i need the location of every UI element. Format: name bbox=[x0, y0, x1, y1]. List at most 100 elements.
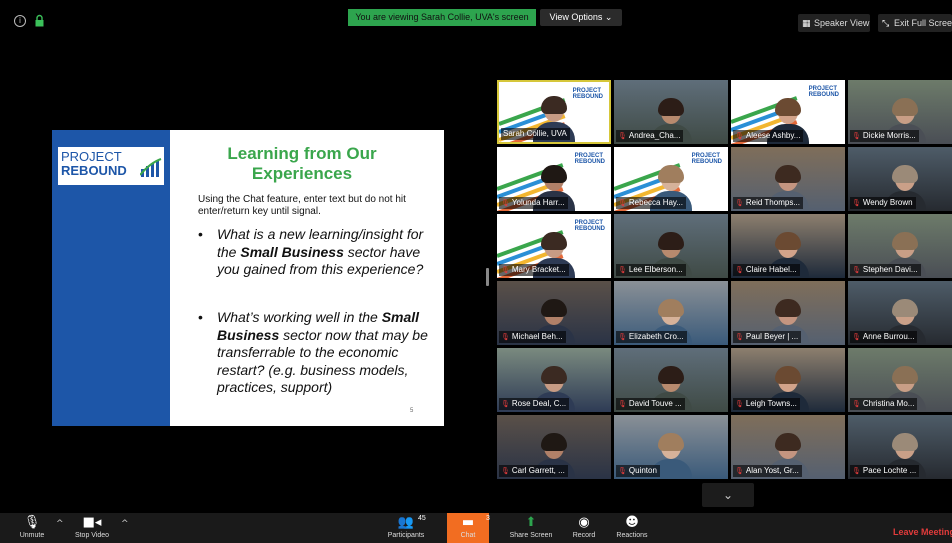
video-camera-icon: ■◂ bbox=[82, 515, 102, 530]
muted-mic-icon: 🎙 bbox=[852, 333, 861, 341]
participant-name-label: 🎙 Stephen Davi... bbox=[850, 264, 921, 276]
participant-name-label: Sarah Collie, UVA bbox=[501, 128, 570, 140]
project-rebound-logo: PROJECT REBOUND bbox=[808, 86, 839, 98]
participant-video-tile[interactable]: PROJECT REBOUND 🎙 Yolunda Harr... bbox=[497, 147, 611, 211]
participant-name-label: 🎙 Dickie Morris... bbox=[850, 130, 919, 142]
muted-mic-icon: 🎙 bbox=[501, 333, 510, 341]
stop-video-button[interactable]: ■◂ Stop Video bbox=[66, 513, 118, 543]
muted-mic-icon: 🎙 bbox=[735, 333, 744, 341]
participant-video-tile[interactable]: 🎙 Paul Beyer | ... bbox=[731, 281, 845, 345]
participant-video-tile[interactable]: 🎙 Rose Deal, C... bbox=[497, 348, 611, 412]
participant-name-label: 🎙 Andrea_Cha... bbox=[616, 130, 684, 142]
leave-meeting-button[interactable]: Leave Meeting bbox=[893, 527, 952, 537]
participant-name-label: 🎙 Carl Garrett, ... bbox=[499, 465, 568, 477]
participant-name-label: 🎙 Yolunda Harr... bbox=[499, 197, 568, 209]
participant-video-tile[interactable]: PROJECT REBOUND 🎙 Aleese Ashby... bbox=[731, 80, 845, 144]
participant-video-tile[interactable]: 🎙 Claire Habel... bbox=[731, 214, 845, 278]
chevron-down-icon: ⌄ bbox=[722, 488, 734, 502]
reactions-button[interactable]: ☻ Reactions bbox=[610, 513, 654, 543]
participant-name-label: 🎙 Rebecca Hay... bbox=[616, 197, 686, 209]
participant-video-tile[interactable]: 🎙 Reid Thomps... bbox=[731, 147, 845, 211]
top-bar: i You are viewing Sarah Collie, UVA's sc… bbox=[0, 0, 952, 40]
participant-name-label: 🎙 Rose Deal, C... bbox=[499, 398, 570, 410]
project-rebound-logo: PROJECT REBOUND bbox=[574, 220, 605, 232]
info-icon[interactable]: i bbox=[14, 15, 26, 27]
slide-bullet: • What is a new learning/insight for the… bbox=[198, 226, 424, 277]
participant-name-label: 🎙 Michael Beh... bbox=[499, 331, 566, 343]
muted-mic-icon: 🎙 bbox=[852, 266, 861, 274]
participant-video-tile[interactable]: PROJECT REBOUND 🎙 Mary Bracket... bbox=[497, 214, 611, 278]
muted-mic-icon: 🎙 bbox=[501, 199, 510, 207]
participant-video-tile[interactable]: PROJECT REBOUND 🎙 Rebecca Hay... bbox=[614, 147, 728, 211]
participant-video-tile[interactable]: 🎙 Leigh Towns... bbox=[731, 348, 845, 412]
participant-name-label: 🎙 Claire Habel... bbox=[733, 264, 800, 276]
gallery-next-page-button[interactable]: ⌄ bbox=[702, 483, 754, 507]
share-screen-button[interactable]: ⬆ Share Screen bbox=[504, 513, 558, 543]
participant-video-tile[interactable]: 🎙 Wendy Brown bbox=[848, 147, 952, 211]
participant-name-label: 🎙 Pace Lochte ... bbox=[850, 465, 920, 477]
participant-video-tile[interactable]: 🎙 Lee Elberson... bbox=[614, 214, 728, 278]
participant-video-tile[interactable]: 🎙 Pace Lochte ... bbox=[848, 415, 952, 479]
participant-name-label: 🎙 Anne Burrou... bbox=[850, 331, 918, 343]
muted-mic-icon: 🎙 bbox=[852, 467, 861, 475]
unmute-button[interactable]: 🎙 Unmute bbox=[10, 513, 54, 543]
participant-video-tile[interactable]: 🎙 David Touve ... bbox=[614, 348, 728, 412]
video-options-chevron-icon[interactable]: ^ bbox=[121, 519, 129, 529]
record-button[interactable]: ◉ Record bbox=[564, 513, 604, 543]
muted-mic-icon: 🎙 bbox=[852, 132, 861, 140]
muted-mic-icon: 🎙 bbox=[735, 400, 744, 408]
meeting-toolbar: 🎙 Unmute ^ ■◂ Stop Video ^ 👥 Participant… bbox=[0, 513, 952, 543]
participant-video-tile[interactable]: 🎙 Stephen Davi... bbox=[848, 214, 952, 278]
participants-count: 45 bbox=[418, 515, 426, 522]
participant-video-tile[interactable]: 🎙 Andrea_Cha... bbox=[614, 80, 728, 144]
record-icon: ◉ bbox=[578, 515, 590, 530]
muted-mic-icon: 🎙 bbox=[852, 400, 861, 408]
muted-mic-icon: 🎙 bbox=[501, 467, 510, 475]
project-rebound-logo: PROJECT REBOUND bbox=[572, 88, 603, 100]
panel-resize-handle[interactable] bbox=[486, 268, 489, 286]
participant-name-label: 🎙 Quinton bbox=[616, 465, 660, 477]
participant-video-tile[interactable]: 🎙 Carl Garrett, ... bbox=[497, 415, 611, 479]
audio-options-chevron-icon[interactable]: ^ bbox=[56, 519, 64, 529]
screen-share-banner: You are viewing Sarah Collie, UVA's scre… bbox=[348, 9, 536, 26]
participant-name-label: 🎙 Paul Beyer | ... bbox=[733, 331, 802, 343]
muted-mic-icon: 🎙 bbox=[735, 199, 744, 207]
exit-full-screen-icon: ⤡ bbox=[882, 19, 890, 29]
slide-title: Learning from Our Experiences bbox=[227, 144, 377, 183]
participant-video-tile[interactable]: 🎙 Elizabeth Cro... bbox=[614, 281, 728, 345]
muted-mic-icon: 🎙 bbox=[618, 333, 627, 341]
participant-name-label: 🎙 Lee Elberson... bbox=[616, 264, 686, 276]
muted-mic-icon: 🎙 bbox=[501, 400, 510, 408]
speaker-view-icon: ▦ bbox=[802, 19, 811, 29]
project-rebound-logo: PROJECT REBOUND bbox=[574, 153, 605, 165]
participant-video-tile[interactable]: PROJECT REBOUND Sarah Collie, UVA bbox=[497, 80, 611, 144]
chat-bubble-icon: ▬ bbox=[461, 515, 475, 530]
muted-mic-icon: 🎙 bbox=[618, 132, 627, 140]
speaker-view-button[interactable]: ▦ Speaker View bbox=[798, 14, 870, 32]
chat-unread-count: 3 bbox=[486, 515, 490, 522]
project-rebound-logo: PROJECT REBOUND bbox=[58, 147, 164, 185]
muted-mic-icon: 🎙 bbox=[618, 266, 627, 274]
chat-button[interactable]: ▬ Chat bbox=[447, 513, 489, 543]
exit-full-screen-button[interactable]: ⤡ Exit Full Screen bbox=[878, 14, 952, 32]
participant-video-tile[interactable]: 🎙 Christina Mo... bbox=[848, 348, 952, 412]
participant-name-label: 🎙 Mary Bracket... bbox=[499, 264, 569, 276]
muted-mic-icon: 🎙 bbox=[735, 467, 744, 475]
muted-mic-icon: 🎙 bbox=[618, 467, 627, 475]
participant-name-label: 🎙 Reid Thomps... bbox=[733, 197, 803, 209]
slide-instruction: Using the Chat feature, enter text but d… bbox=[198, 194, 406, 217]
participant-video-tile[interactable]: 🎙 Alan Yost, Gr... bbox=[731, 415, 845, 479]
view-options-button[interactable]: View Options ⌄ bbox=[540, 9, 622, 26]
slide-bullet: • What’s working well in the Small Busin… bbox=[198, 309, 428, 395]
project-rebound-logo: PROJECT REBOUND bbox=[691, 153, 722, 165]
participant-video-tile[interactable]: 🎙 Dickie Morris... bbox=[848, 80, 952, 144]
lock-icon[interactable] bbox=[35, 14, 44, 27]
participant-video-tile[interactable]: 🎙 Quinton bbox=[614, 415, 728, 479]
participant-video-tile[interactable]: 🎙 Anne Burrou... bbox=[848, 281, 952, 345]
participant-name-label: 🎙 Wendy Brown bbox=[850, 197, 916, 209]
participant-name-label: 🎙 Aleese Ashby... bbox=[733, 130, 804, 142]
participant-name-label: 🎙 David Touve ... bbox=[616, 398, 685, 410]
participant-video-tile[interactable]: 🎙 Michael Beh... bbox=[497, 281, 611, 345]
participant-name-label: 🎙 Christina Mo... bbox=[850, 398, 918, 410]
bar-chart-logo-icon bbox=[140, 158, 162, 177]
